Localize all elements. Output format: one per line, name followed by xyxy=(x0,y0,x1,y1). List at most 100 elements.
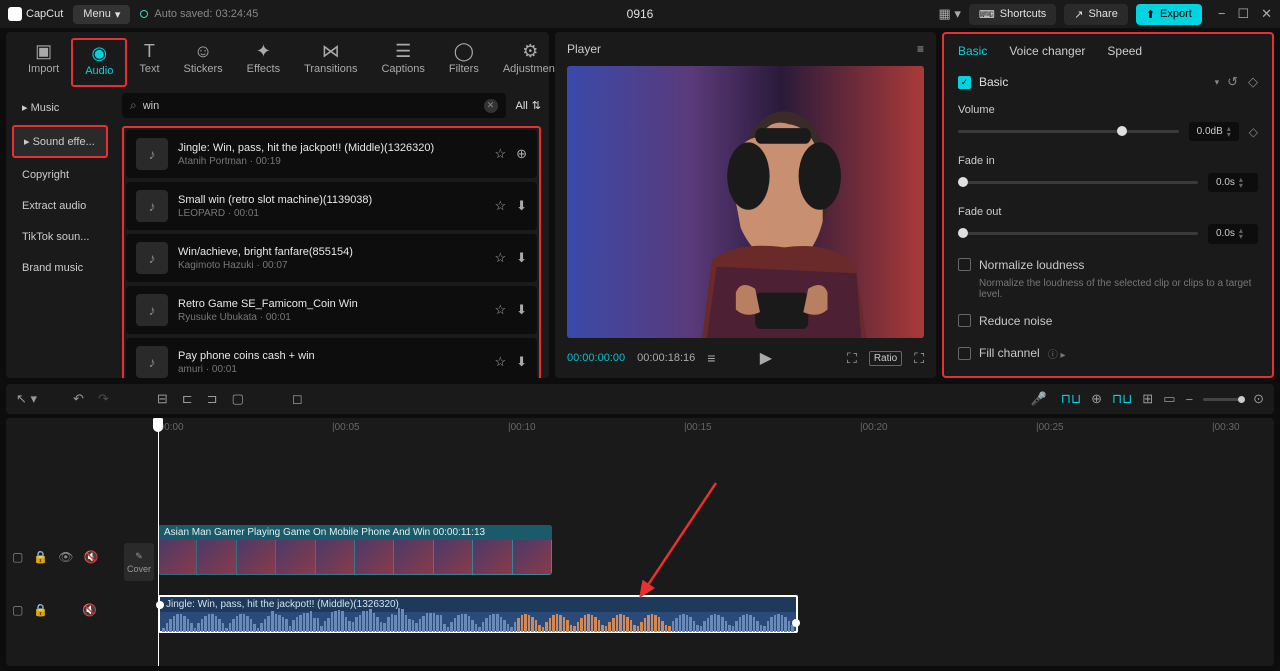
add-icon[interactable]: ⊕ xyxy=(516,146,527,162)
reset-icon[interactable]: ↺ xyxy=(1227,74,1238,90)
close-button[interactable]: ✕ xyxy=(1261,6,1272,22)
zoom-fit-icon[interactable]: ⊙ xyxy=(1253,391,1264,407)
search-box[interactable]: ⌕ ✕ xyxy=(122,93,506,118)
share-button[interactable]: ↗Share xyxy=(1064,4,1128,25)
tab-stickers[interactable]: ☺Stickers xyxy=(172,38,235,87)
tab-text[interactable]: TText xyxy=(127,38,171,87)
favorite-icon[interactable]: ☆ xyxy=(494,354,506,370)
track-visibility-icon[interactable]: 👁 xyxy=(58,550,73,564)
track-lock-icon[interactable]: 🔒 xyxy=(33,603,48,617)
sidebar-item-tiktok-sounds[interactable]: TikTok soun... xyxy=(12,223,108,251)
redo-icon[interactable]: ↷ xyxy=(98,391,109,407)
tab-import[interactable]: ▣Import xyxy=(16,38,71,87)
track-lock-icon[interactable]: 🔒 xyxy=(33,550,48,564)
split-icon[interactable]: ⊟ xyxy=(157,391,168,407)
zoom-out-icon[interactable]: − xyxy=(1186,392,1194,407)
clip-handle-right[interactable] xyxy=(792,619,800,627)
magnet-main-icon[interactable]: ⊓⊔ xyxy=(1061,391,1081,407)
sound-effects-list: ♪ Jingle: Win, pass, hit the jackpot!! (… xyxy=(122,126,541,378)
pointer-tool-icon[interactable]: ↖ ▾ xyxy=(16,391,37,407)
fadein-slider[interactable] xyxy=(958,181,1198,184)
track-mute-icon[interactable]: 🔇 xyxy=(84,550,99,564)
sound-item[interactable]: ♪ Pay phone coins cash + win amuri · 00:… xyxy=(126,338,537,378)
download-icon[interactable]: ⬇ xyxy=(516,302,527,318)
fullscreen-icon[interactable]: ⛶ xyxy=(914,350,924,367)
ruler-tick: |00:05 xyxy=(332,422,360,433)
preview-icon[interactable]: ▭ xyxy=(1163,391,1175,407)
autosave-icon xyxy=(140,10,148,18)
split-right-icon[interactable]: ⊐ xyxy=(207,391,218,407)
marker-icon[interactable]: ◻ xyxy=(292,391,303,407)
tab-transitions[interactable]: ⋈Transitions xyxy=(292,38,369,87)
sound-title: Win/achieve, bright fanfare(855154) xyxy=(178,246,484,258)
sound-item[interactable]: ♪ Small win (retro slot machine)(1139038… xyxy=(126,182,537,230)
volume-keyframe-icon[interactable]: ◇ xyxy=(1249,125,1258,139)
inspector-tab-speed[interactable]: Speed xyxy=(1107,44,1142,58)
chevron-down-icon[interactable]: ▾ xyxy=(1215,77,1220,88)
playhead-handle[interactable] xyxy=(153,418,163,432)
play-button[interactable]: ▶ xyxy=(760,348,772,368)
download-icon[interactable]: ⬇ xyxy=(516,354,527,370)
fadeout-slider[interactable] xyxy=(958,232,1198,235)
layout-icon[interactable]: ▦ ▾ xyxy=(938,6,960,22)
zoom-slider[interactable] xyxy=(1203,398,1243,401)
ratio-button[interactable]: Ratio xyxy=(869,351,902,366)
player-menu-icon[interactable]: ≡ xyxy=(917,42,924,56)
favorite-icon[interactable]: ☆ xyxy=(494,302,506,318)
timeline-ruler[interactable]: |00:00|00:05|00:10|00:15|00:20|00:25|00:… xyxy=(156,418,1274,438)
mic-icon[interactable]: 🎤 xyxy=(1031,391,1047,407)
export-button[interactable]: ⬆Export xyxy=(1136,4,1202,25)
tab-captions[interactable]: ☰Captions xyxy=(369,38,436,87)
track-collapse-icon[interactable]: ▢ xyxy=(12,550,23,564)
maximize-button[interactable]: ☐ xyxy=(1237,6,1249,22)
favorite-icon[interactable]: ☆ xyxy=(494,250,506,266)
track-collapse-icon[interactable]: ▢ xyxy=(12,603,23,617)
normalize-checkbox[interactable] xyxy=(958,258,971,271)
volume-value[interactable]: 0.0dB▴▾ xyxy=(1189,122,1239,141)
scale-icon[interactable]: ⛶ xyxy=(847,350,857,367)
inspector-tab-basic[interactable]: Basic xyxy=(958,44,987,58)
sidebar-item-brand-music[interactable]: Brand music xyxy=(12,254,108,282)
keyframe-icon[interactable]: ◇ xyxy=(1248,74,1258,90)
undo-icon[interactable]: ↶ xyxy=(73,391,84,407)
minimize-button[interactable]: − xyxy=(1218,6,1226,22)
sidebar-item-sound-effects[interactable]: ▸ Sound effe... xyxy=(12,125,108,158)
cover-button[interactable]: ✎ Cover xyxy=(124,543,154,581)
favorite-icon[interactable]: ☆ xyxy=(494,146,506,162)
align-icon[interactable]: ⊞ xyxy=(1142,391,1153,407)
sound-item[interactable]: ♪ Retro Game SE_Famicom_Coin Win Ryusuke… xyxy=(126,286,537,334)
download-icon[interactable]: ⬇ xyxy=(516,198,527,214)
quality-icon[interactable]: ≡ xyxy=(707,350,715,366)
sound-item[interactable]: ♪ Jingle: Win, pass, hit the jackpot!! (… xyxy=(126,130,537,178)
video-preview[interactable] xyxy=(567,66,924,338)
sidebar-item-music[interactable]: ▸ Music xyxy=(12,93,108,122)
video-clip[interactable]: Asian Man Gamer Playing Game On Mobile P… xyxy=(158,525,552,575)
fadeout-value[interactable]: 0.0s▴▾ xyxy=(1208,224,1258,243)
filter-all-button[interactable]: All ⇅ xyxy=(516,99,541,112)
playhead[interactable] xyxy=(158,418,159,666)
inspector-tab-voice-changer[interactable]: Voice changer xyxy=(1009,44,1085,58)
fadein-value[interactable]: 0.0s▴▾ xyxy=(1208,173,1258,192)
magnet-icon[interactable]: ⊓⊔ xyxy=(1112,391,1132,407)
volume-slider[interactable] xyxy=(958,130,1179,133)
tab-audio[interactable]: ◉Audio xyxy=(71,38,127,87)
info-icon[interactable]: ⓘ ▸ xyxy=(1048,346,1066,361)
fill-channel-checkbox[interactable] xyxy=(958,347,971,360)
sound-item[interactable]: ♪ Win/achieve, bright fanfare(855154) Ka… xyxy=(126,234,537,282)
search-input[interactable] xyxy=(143,100,478,112)
sidebar-item-extract-audio[interactable]: Extract audio xyxy=(12,192,108,220)
delete-icon[interactable]: ▢ xyxy=(232,391,244,407)
menu-button[interactable]: Menu▾ xyxy=(73,5,130,24)
reduce-noise-checkbox[interactable] xyxy=(958,314,971,327)
split-left-icon[interactable]: ⊏ xyxy=(182,391,193,407)
clear-search-button[interactable]: ✕ xyxy=(484,99,498,113)
basic-checkbox[interactable]: ✓ xyxy=(958,76,971,89)
sidebar-item-copyright[interactable]: Copyright xyxy=(12,161,108,189)
tab-effects[interactable]: ✦Effects xyxy=(235,38,292,87)
download-icon[interactable]: ⬇ xyxy=(516,250,527,266)
track-mute-icon[interactable]: 🔇 xyxy=(82,603,97,617)
link-icon[interactable]: ⊕ xyxy=(1091,391,1102,407)
shortcuts-button[interactable]: ⌨Shortcuts xyxy=(969,4,1056,25)
tab-filters[interactable]: ◯Filters xyxy=(437,38,491,87)
favorite-icon[interactable]: ☆ xyxy=(494,198,506,214)
